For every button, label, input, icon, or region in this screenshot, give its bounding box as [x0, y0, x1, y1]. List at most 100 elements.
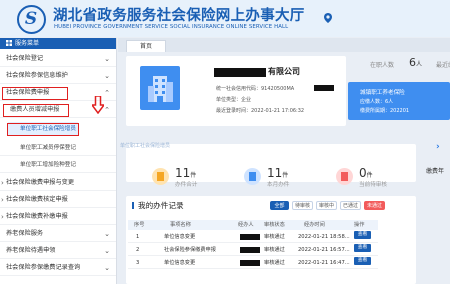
- chevron-right-icon[interactable]: ›: [436, 142, 440, 152]
- col-status: 审核状态: [264, 222, 285, 228]
- pending-files-icon: [336, 168, 353, 185]
- sidebar-item-declaration-change[interactable]: 社会保险缴费申报与变更 ›: [0, 175, 116, 191]
- unit-type: 单位类型：企业: [216, 97, 252, 103]
- row-no: 1: [136, 234, 140, 240]
- total-files-icon: [152, 168, 169, 185]
- overlay-hint: 单位职工社会保险增员: [120, 143, 171, 149]
- sidebar-item-pension-claim[interactable]: 养老保险待遇申领 ⌄: [0, 243, 116, 259]
- counter-unit: 件: [366, 172, 373, 179]
- sidebar-item-add-insurance-type[interactable]: 单位职工增加险种登记: [0, 157, 116, 173]
- company-card: 有限公司 统一社会信用代码：91420500MA 单位类型：企业 最近登录时间：…: [126, 56, 346, 126]
- row-no: 2: [136, 247, 140, 253]
- row-status: 审核通过: [264, 260, 285, 266]
- latest-payment-label: 最近缴: [436, 62, 450, 69]
- counter-number: 0: [359, 166, 367, 180]
- building-icon: [148, 76, 173, 102]
- sidebar-item-assessment[interactable]: 社会保险缴费核定申报 ›: [0, 192, 116, 208]
- credit-code: 统一社会信用代码：91420500MA: [216, 86, 295, 92]
- sidebar-item-label: 社会保险参保信息维护: [6, 72, 68, 79]
- view-button[interactable]: 查看: [354, 244, 371, 252]
- row-time: 2022-01-21 16:57...: [298, 247, 350, 253]
- insured-count-label: 在职人数: [370, 62, 395, 69]
- insured-count-unit: 人: [416, 61, 423, 68]
- insured-count: 6人: [409, 56, 422, 69]
- insured-count-value: 6: [409, 56, 416, 69]
- row-status: 审核通过: [264, 234, 285, 240]
- sidebar-item-label: 单位职工增加险种登记: [20, 162, 76, 168]
- highlight-box-fee-declaration: [2, 87, 68, 100]
- social-insurance-logo[interactable]: S: [17, 5, 46, 34]
- location-pin-icon[interactable]: [324, 13, 332, 23]
- col-operator: 经办人: [238, 222, 254, 228]
- chevron-down-icon: ⌄: [104, 230, 110, 238]
- view-button[interactable]: 查看: [354, 257, 371, 265]
- highlight-box-personnel-change: [3, 104, 69, 117]
- redacted-operator: [240, 260, 260, 266]
- sidebar-item-label: 社会保险缴费申报与变更: [6, 179, 75, 186]
- sidebar-item-remove-employee[interactable]: 单位职工减员停保登记: [0, 140, 116, 156]
- filter-in-review[interactable]: 审核中: [316, 201, 337, 210]
- filter-all[interactable]: 全部: [270, 201, 289, 210]
- sidebar-item-pension-service[interactable]: 养老保险服务 ⌄: [0, 226, 116, 242]
- chevron-up-icon: ⌃: [104, 106, 110, 114]
- notice-period: 缴费所属期：202201: [360, 108, 410, 114]
- row-time: 2022-01-21 18:58...: [298, 234, 350, 240]
- sidebar-item-back-payment[interactable]: 社会保险缴费补缴申报 ›: [0, 209, 116, 225]
- highlight-box-add-employee: [7, 123, 79, 136]
- row-name: 单位信息变更: [164, 234, 196, 240]
- pension-notice-card[interactable]: 城镇职工养老保险 应缴人数：6人 缴费所属期：202201: [348, 82, 450, 120]
- records-title-text: 我的办件记录: [138, 201, 184, 210]
- sidebar-item-registration[interactable]: 社会保险登记 ⌄: [0, 51, 116, 67]
- sidebar-item-info-maintenance[interactable]: 社会保险参保信息维护 ⌄: [0, 68, 116, 84]
- counter-number: 11: [175, 166, 191, 180]
- arrow-down-icon: [92, 96, 104, 114]
- notice-title: 城镇职工养老保险: [360, 90, 405, 96]
- filter-approved[interactable]: 已通过: [340, 201, 361, 210]
- chevron-up-icon: ⌃: [104, 89, 110, 97]
- counter-label: 当前待审核: [359, 182, 387, 188]
- sidebar: 服务菜单 社会保险登记 ⌄ 社会保险参保信息维护 ⌄ 社会保险费申报 ⌃ 缴费人…: [0, 38, 117, 284]
- col-action: 操作: [354, 222, 365, 228]
- records-table-header: 序号 事项名称 经办人 审核状态 经办时间 操作: [128, 220, 378, 230]
- row-status: 审核通过: [264, 247, 285, 253]
- sidebar-heading-label: 服务菜单: [15, 40, 40, 47]
- chevron-down-icon: ⌄: [104, 72, 110, 80]
- sidebar-item-label: 社会保险缴费核定申报: [6, 196, 68, 203]
- filter-rejected[interactable]: 未通过: [364, 201, 385, 210]
- chevron-down-icon: ⌄: [104, 247, 110, 255]
- chevron-down-icon: ⌄: [104, 264, 110, 272]
- counter-value: 11件: [175, 166, 196, 180]
- filter-pending[interactable]: 待审核: [292, 201, 313, 210]
- chevron-right-icon: ›: [1, 196, 4, 204]
- records-title: 我的办件记录: [132, 200, 184, 211]
- title-accent-bar: [132, 202, 134, 209]
- table-row: 1 单位信息变更 审核通过 2022-01-21 18:58... 查看: [128, 231, 378, 243]
- sidebar-item-label: 社会保险登记: [6, 55, 44, 62]
- row-time: 2022-01-21 16:47...: [298, 260, 350, 266]
- tab-home[interactable]: 首页: [126, 40, 166, 52]
- row-name: 社会保险参保缴费申报: [164, 247, 216, 253]
- site-subtitle: HUBEI PROVINCE GOVERNMENT SERVICE SOCIAL…: [54, 24, 289, 30]
- company-name: 有限公司: [268, 67, 300, 76]
- counter-unit: 件: [190, 172, 197, 179]
- menu-grid-icon: [6, 40, 12, 46]
- site-header: S 湖北省政务服务社会保险网上办事大厅 HUBEI PROVINCE GOVER…: [0, 0, 450, 37]
- sidebar-item-label: 养老保险服务: [6, 230, 44, 237]
- chevron-down-icon: ⌄: [104, 55, 110, 63]
- sidebar-item-label: 养老保险待遇申领: [6, 247, 56, 254]
- monthly-files-icon: [244, 168, 261, 185]
- redacted-operator: [240, 247, 260, 253]
- notice-headcount: 应缴人数：6人: [360, 99, 394, 105]
- row-no: 3: [136, 260, 140, 266]
- col-no: 序号: [134, 222, 145, 228]
- sidebar-item-label: 社会保险参保缴费记录查询: [6, 264, 81, 271]
- redacted-credit-code: [314, 85, 334, 91]
- redacted-company-name: [214, 68, 266, 77]
- col-name: 事项名称: [170, 222, 191, 228]
- table-row: 3 单位信息变更 审核通过 2022-01-21 16:47... 查看: [128, 257, 378, 269]
- sidebar-item-record-query[interactable]: 社会保险参保缴费记录查询 ⌄: [0, 260, 116, 276]
- chevron-right-icon: ›: [1, 213, 4, 221]
- counter-value: 11件: [267, 166, 288, 180]
- view-button[interactable]: 查看: [354, 231, 371, 239]
- sidebar-item-label: 单位职工减员停保登记: [20, 145, 76, 151]
